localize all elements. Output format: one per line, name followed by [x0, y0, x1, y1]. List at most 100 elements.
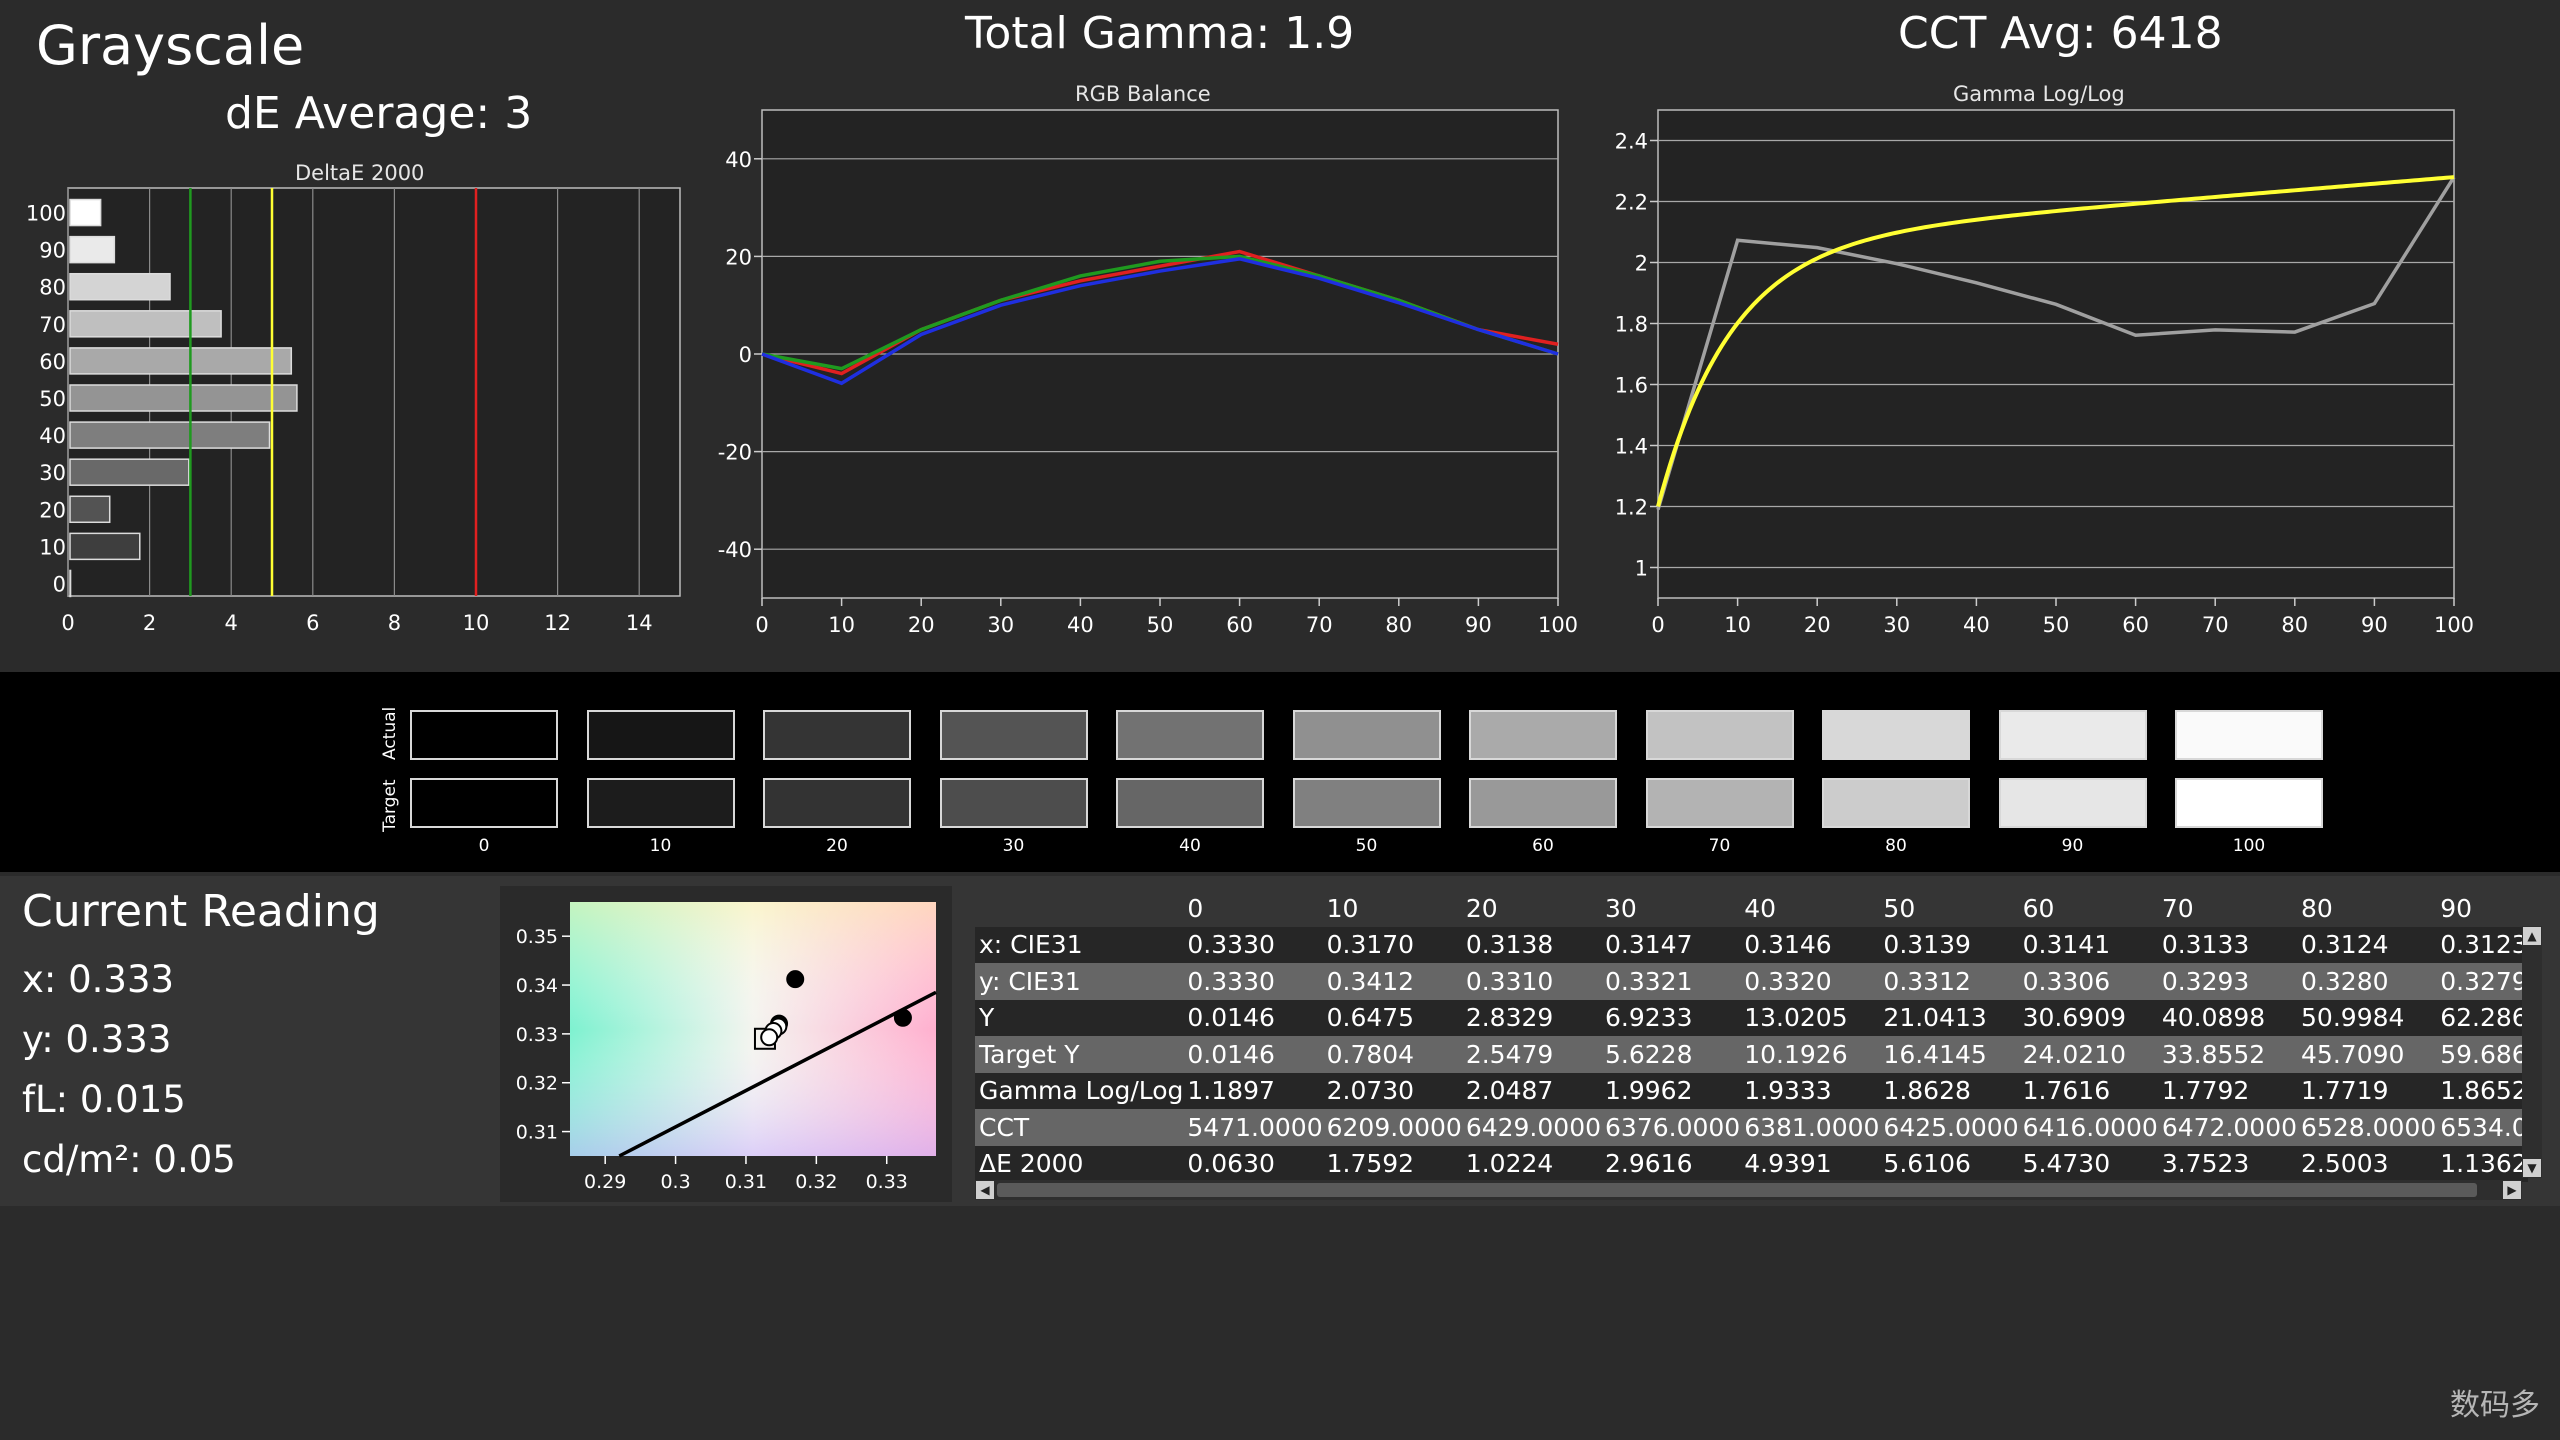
- scroll-left-icon[interactable]: ◀: [976, 1181, 994, 1199]
- target-swatch: [763, 778, 911, 828]
- table-cell: 2.0730: [1322, 1072, 1462, 1109]
- table-cell: 0.3310: [1461, 963, 1602, 1000]
- scroll-right-icon[interactable]: ▶: [2503, 1181, 2521, 1199]
- table-cell: 6209.0000: [1322, 1109, 1462, 1146]
- gamma-plot-area: [1657, 109, 2455, 599]
- deltae-bar: [69, 495, 111, 524]
- rgb-x-tick: 90: [1465, 613, 1492, 637]
- gamma-x-tick: 0: [1651, 613, 1664, 637]
- table-row: ΔE 2000 0.0630 1.7592 1.0224 2.9616 4.9391 5.6…: [975, 1145, 2528, 1182]
- horizontal-scrollbar[interactable]: ◀ ▶: [975, 1180, 2522, 1200]
- table-cell: 3.7523: [2157, 1145, 2298, 1182]
- deltae-category-label: 50: [39, 387, 66, 411]
- table-column-header: 40: [1740, 890, 1880, 927]
- cie-y-tick: 0.31: [516, 1122, 558, 1144]
- actual-swatch: [1645, 710, 1794, 760]
- deltae-x-tick: 8: [388, 611, 401, 635]
- table-cell: 2.5479: [1461, 1036, 1602, 1073]
- swatch-step-label: 10: [649, 836, 672, 856]
- deltae-x-tick: 0: [61, 611, 74, 635]
- gamma-x-tick: 50: [2043, 613, 2070, 637]
- table-row-label: ΔE 2000: [975, 1145, 1184, 1182]
- table-column-header: 10: [1322, 890, 1462, 927]
- gamma-x-tick: 80: [2281, 613, 2308, 637]
- rgb-x-tick: 70: [1306, 613, 1333, 637]
- table-cell: 0.3293: [2157, 963, 2298, 1000]
- table-column-header: 20: [1461, 890, 1602, 927]
- table-cell: 0.0146: [1183, 999, 1323, 1036]
- target-swatch: [410, 778, 558, 828]
- table-cell: 2.8329: [1461, 999, 1602, 1036]
- reading-fl: fL: 0.015: [22, 1078, 186, 1121]
- table-cell: 0.0146: [1183, 1036, 1323, 1073]
- table-cell: 5471.0000: [1183, 1109, 1323, 1146]
- cie-y-tick: 0.33: [516, 1024, 558, 1046]
- table-cell: 0.3330: [1183, 926, 1323, 963]
- cie-measured-point: [760, 1028, 779, 1047]
- target-swatch: [1469, 778, 1617, 828]
- rgb-y-tick: -20: [718, 441, 752, 465]
- table-cell: 10.1926: [1740, 1036, 1880, 1073]
- current-reading-title: Current Reading: [22, 886, 380, 937]
- swatch-step-label: 50: [1355, 836, 1378, 856]
- table-cell: 0.3138: [1461, 926, 1602, 963]
- table-cell: 0.3124: [2297, 926, 2437, 963]
- deltae-category-label: 30: [39, 461, 66, 485]
- cie-x-tick: 0.3: [660, 1171, 690, 1193]
- table-cell: 5.6228: [1601, 1036, 1741, 1073]
- gamma-y-tick: 2: [1635, 252, 1648, 276]
- cie-y-tick: 0.32: [516, 1073, 558, 1095]
- table-cell: 6429.0000: [1461, 1109, 1602, 1146]
- target-swatch: [1116, 778, 1264, 828]
- deltae-bar: [69, 272, 171, 301]
- deltae-category-label: 10: [39, 535, 66, 559]
- target-swatch: [1998, 778, 2147, 828]
- rgb-balance-chart: 40 20 0 -20 -40 0 10 20 30 40 50 60 70 80 90 100: [718, 109, 1578, 637]
- table-corner: [975, 890, 1184, 927]
- table-row: Gamma Log/Log 1.1897 2.0730 2.0487 1.9962 1.9…: [975, 1072, 2528, 1109]
- deltae-x-tick: 4: [225, 611, 238, 635]
- gamma-y-tick: 1.4: [1615, 435, 1648, 459]
- rgb-x-tick: 10: [828, 613, 855, 637]
- table-cell: 1.9333: [1740, 1072, 1880, 1109]
- table-cell: 0.3141: [2018, 926, 2158, 963]
- cie-x-tick: 0.32: [795, 1171, 837, 1193]
- actual-swatch: [1469, 710, 1617, 760]
- table-cell: 0.3280: [2297, 963, 2437, 1000]
- scroll-down-icon[interactable]: ▼: [2523, 1159, 2541, 1177]
- deltae-category-label: 60: [39, 350, 66, 374]
- gamma-x-tick: 70: [2202, 613, 2229, 637]
- gamma-y-tick: 1: [1635, 557, 1648, 581]
- target-swatch: [1292, 778, 1441, 828]
- table-cell: 6376.0000: [1601, 1109, 1741, 1146]
- table-cell: 0.3321: [1601, 963, 1741, 1000]
- watermark-logo: 数码多: [2450, 1388, 2540, 1423]
- vertical-scrollbar[interactable]: ▲ ▼: [2522, 926, 2542, 1178]
- rgb-x-tick: 30: [987, 613, 1014, 637]
- table-cell: 0.7804: [1322, 1036, 1462, 1073]
- target-swatch: [1645, 778, 1794, 828]
- target-swatch: [586, 778, 735, 828]
- table-cell: 45.7090: [2297, 1036, 2437, 1073]
- actual-swatch: [1998, 710, 2147, 760]
- rgb-x-tick: 80: [1385, 613, 1412, 637]
- horizontal-scroll-thumb[interactable]: [997, 1183, 2477, 1197]
- table-cell: 0.3412: [1322, 963, 1462, 1000]
- table-cell: 6534.0: [2436, 1109, 2528, 1146]
- table-cell: 2.5003: [2297, 1145, 2437, 1182]
- table-cell: 0.3312: [1879, 963, 2019, 1000]
- rgb-y-tick: 40: [725, 148, 752, 172]
- swatch-step-label: 90: [2061, 836, 2084, 856]
- scroll-up-icon[interactable]: ▲: [2523, 927, 2541, 945]
- rgb-x-tick: 0: [755, 613, 768, 637]
- cie-x-tick: 0.29: [584, 1171, 626, 1193]
- table-row-label: y: CIE31: [975, 963, 1184, 1000]
- table-cell: 13.0205: [1740, 999, 1880, 1036]
- table-header-row: 0 10 20 30 40 50 60 70 80 90: [975, 890, 2528, 927]
- gamma-y-tick: 2.2: [1615, 191, 1648, 215]
- table-cell: 0.6475: [1322, 999, 1462, 1036]
- cie-y-tick: 0.34: [516, 975, 558, 997]
- gamma-chart: 2.42.221.81.61.41.210 10 20 30 40 50 60 70 80 90 1…: [1615, 109, 2474, 637]
- deltae-bar: [69, 569, 72, 598]
- gamma-y-tick: 2.4: [1615, 130, 1648, 154]
